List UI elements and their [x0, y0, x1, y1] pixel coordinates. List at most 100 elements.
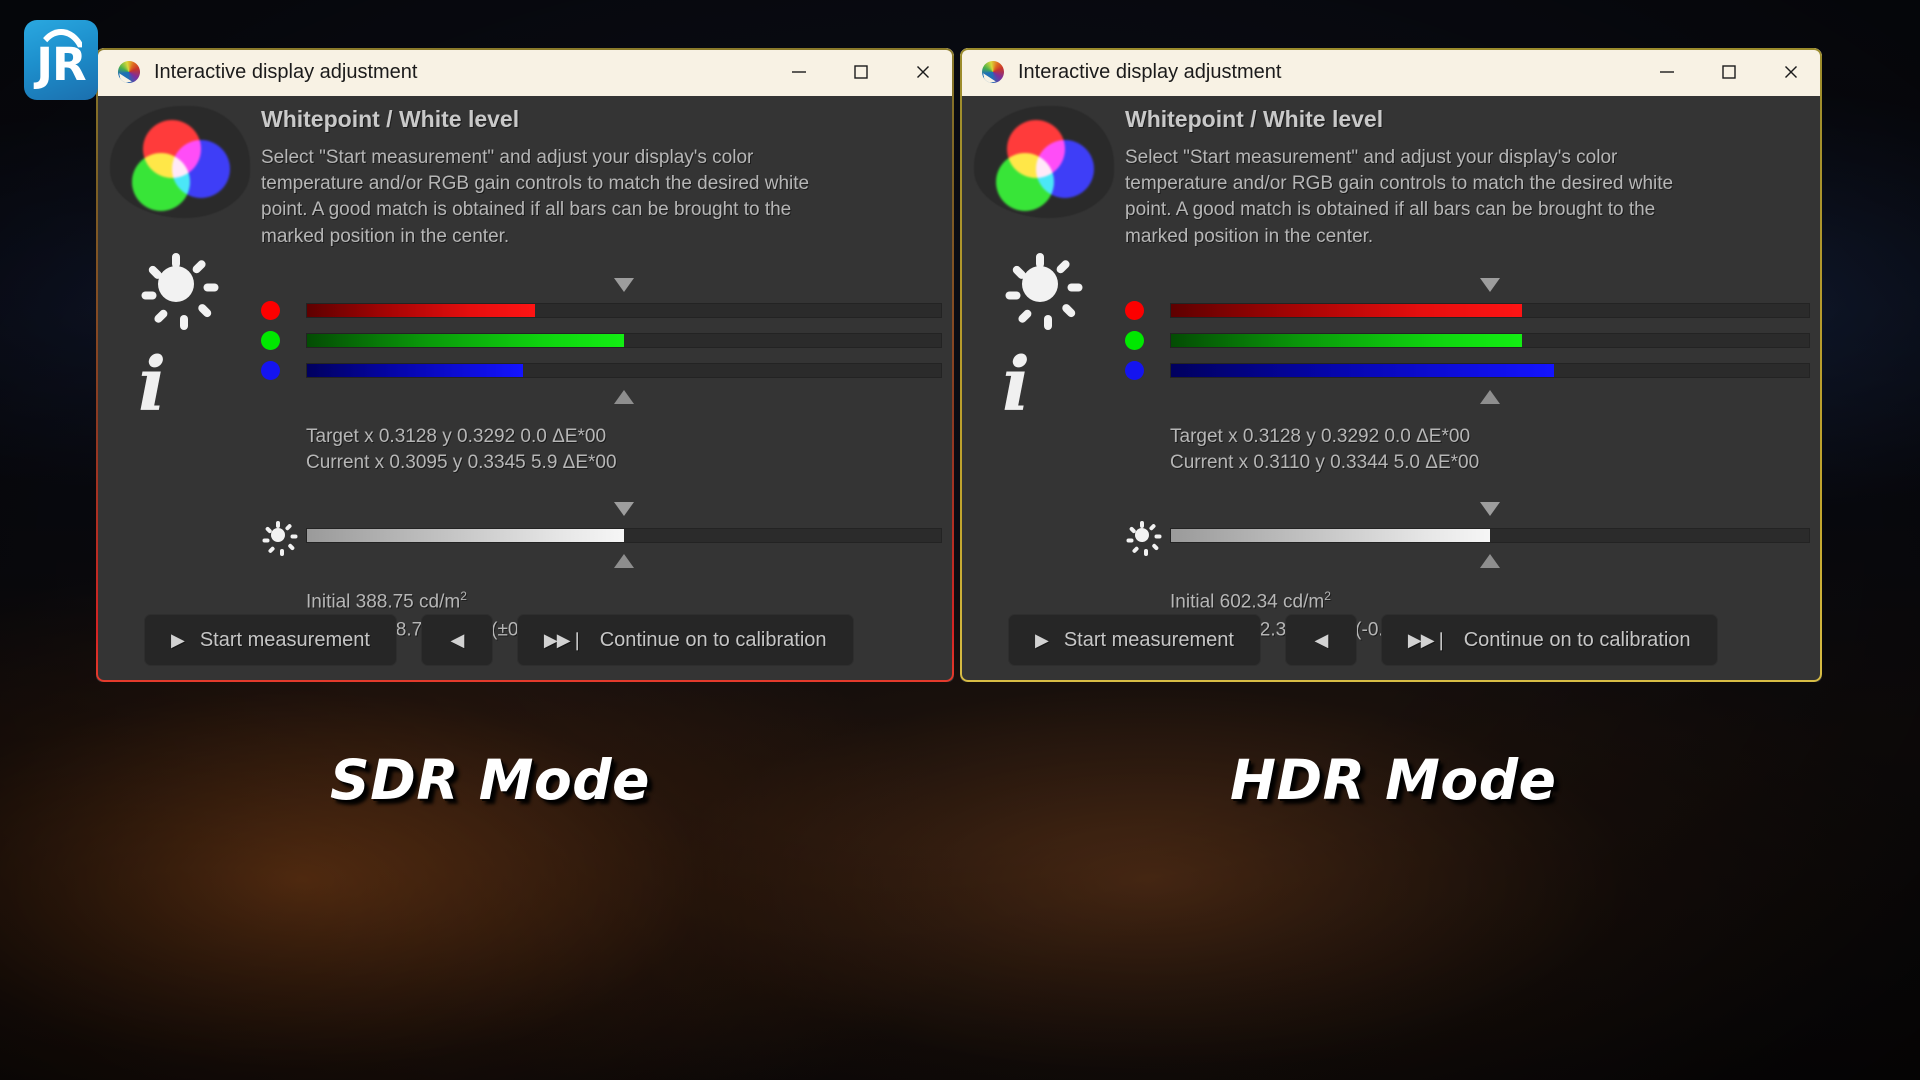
sun-ray: [276, 521, 280, 529]
sun-ray: [1005, 291, 1021, 300]
minimize-button[interactable]: [768, 48, 830, 96]
luminance-target-marker-up-icon: [614, 554, 634, 569]
sun-ray: [172, 253, 180, 268]
rgb-sliders-hdr: [1125, 277, 1810, 408]
back-button[interactable]: ◀: [420, 614, 493, 666]
continue-calibration-button[interactable]: ▶▶❘ Continue on to calibration: [516, 614, 854, 666]
rgb-target-marker-up-icon: [1480, 389, 1500, 404]
slider-red[interactable]: [261, 296, 942, 326]
jr-logo-badge: JR: [24, 20, 98, 100]
green-track[interactable]: [1170, 333, 1810, 349]
slider-blue[interactable]: [261, 356, 942, 386]
sun-ray: [1036, 253, 1044, 268]
initial-luminance-line: Initial 602.34 cd/m2: [1170, 588, 1810, 616]
sun-ray: [180, 315, 188, 330]
back-icon: ◀: [1314, 629, 1329, 650]
maximize-button[interactable]: [1698, 48, 1760, 96]
caption-sdr-mode: SDR Mode: [330, 748, 650, 812]
sun-ray: [262, 538, 270, 543]
info-icon: i: [138, 342, 167, 428]
blue-fill: [307, 364, 523, 378]
blue-track[interactable]: [306, 363, 942, 379]
slider-red[interactable]: [1125, 296, 1810, 326]
luminance-target-marker-down-icon: [614, 502, 634, 517]
green-channel-dot-icon: [1125, 331, 1144, 351]
close-button[interactable]: [1760, 48, 1822, 96]
rgb-venn-blue-circle: [172, 140, 230, 198]
window-controls: [768, 48, 954, 96]
sun-ray: [284, 523, 293, 532]
slider-green[interactable]: [261, 326, 942, 356]
initial-unit-sup: 2: [1324, 589, 1331, 604]
sun-ray: [1067, 283, 1083, 292]
section-description: Select "Start measurement" and adjust yo…: [1125, 147, 1674, 247]
red-track[interactable]: [306, 303, 942, 319]
green-track[interactable]: [306, 333, 942, 349]
skip-forward-icon: ▶▶❘: [543, 629, 585, 650]
rgb-marker-top-row: [1125, 277, 1810, 296]
sun-ray: [1148, 523, 1157, 532]
window-sdr: Interactive display adjustment i Whitepo…: [96, 48, 954, 682]
rgb-target-marker-down-icon: [1480, 277, 1500, 292]
sun-ray: [203, 283, 219, 292]
titlebar-hdr[interactable]: Interactive display adjustment: [960, 48, 1822, 96]
red-track[interactable]: [1170, 303, 1810, 319]
initial-unit-sup: 2: [460, 589, 467, 604]
sun-ray: [1126, 538, 1134, 543]
rgb-target-marker-down-icon: [614, 277, 634, 292]
sun-ray: [152, 308, 170, 325]
slider-green[interactable]: [1125, 326, 1810, 356]
titlebar-sdr[interactable]: Interactive display adjustment: [96, 48, 954, 96]
sun-ray: [290, 534, 298, 539]
sun-ray: [1140, 521, 1144, 529]
minimize-button[interactable]: [1636, 48, 1698, 96]
luminance-target-marker-down-icon: [1480, 502, 1500, 517]
red-fill: [307, 304, 536, 318]
sun-ray: [141, 291, 157, 300]
maximize-button[interactable]: [830, 48, 892, 96]
window-hdr: Interactive display adjustment i Whitepo…: [960, 48, 1822, 682]
close-button[interactable]: [892, 48, 954, 96]
window-body-hdr: i Whitepoint / White level Select "Start…: [960, 96, 1822, 682]
sun-core: [1135, 528, 1149, 543]
red-channel-dot-icon: [1125, 301, 1144, 321]
sun-ray: [1054, 258, 1072, 275]
lum-marker-bottom-row: [261, 550, 942, 572]
icon-rail-hdr: i: [968, 106, 1118, 422]
slider-luminance[interactable]: [1125, 518, 1810, 557]
rgb-marker-bottom-row: [261, 386, 942, 408]
luminance-track[interactable]: [306, 527, 942, 543]
sun-ray: [1154, 534, 1162, 539]
slider-blue[interactable]: [1125, 356, 1810, 386]
luminance-sun-icon: [261, 518, 298, 557]
green-fill: [1171, 334, 1522, 348]
red-fill: [1171, 304, 1522, 318]
luminance-target-marker-up-icon: [1480, 554, 1500, 569]
blue-track[interactable]: [1170, 363, 1810, 379]
window-body-sdr: i Whitepoint / White level Select "Start…: [96, 96, 954, 682]
continue-calibration-button[interactable]: ▶▶❘ Continue on to calibration: [1380, 614, 1718, 666]
rgb-venn-icon: [974, 106, 1114, 218]
window-controls: [1636, 48, 1822, 96]
start-measurement-button[interactable]: ▶ Start measurement: [1008, 614, 1261, 666]
section-description: Select "Start measurement" and adjust yo…: [261, 147, 810, 247]
sun-core: [158, 266, 194, 302]
sun-ray: [1044, 315, 1052, 330]
jr-logo-text: JR: [36, 38, 86, 91]
window-title: Interactive display adjustment: [1018, 60, 1282, 83]
back-button[interactable]: ◀: [1284, 614, 1357, 666]
luminance-track[interactable]: [1170, 527, 1810, 543]
footer-sdr: ▶ Start measurement ◀ ▶▶❘ Continue on to…: [144, 614, 930, 666]
luminance-slider-sdr: [261, 502, 942, 572]
rgb-marker-bottom-row: [1125, 386, 1810, 408]
current-line: Current x 0.3095 y 0.3345 5.9 ΔE*00: [306, 452, 617, 474]
info-icon: i: [1002, 342, 1031, 428]
slider-luminance[interactable]: [261, 518, 942, 557]
luminance-sun-icon: [1125, 518, 1162, 557]
section-heading: Whitepoint / White level: [261, 106, 520, 132]
app-icon: [115, 58, 143, 86]
whitepoint-readout-hdr: Target x 0.3128 y 0.3292 0.0 ΔE*00 Curre…: [1170, 424, 1810, 476]
sun-core: [1022, 266, 1058, 302]
start-measurement-button[interactable]: ▶ Start measurement: [144, 614, 397, 666]
luminance-fill: [1171, 528, 1490, 542]
